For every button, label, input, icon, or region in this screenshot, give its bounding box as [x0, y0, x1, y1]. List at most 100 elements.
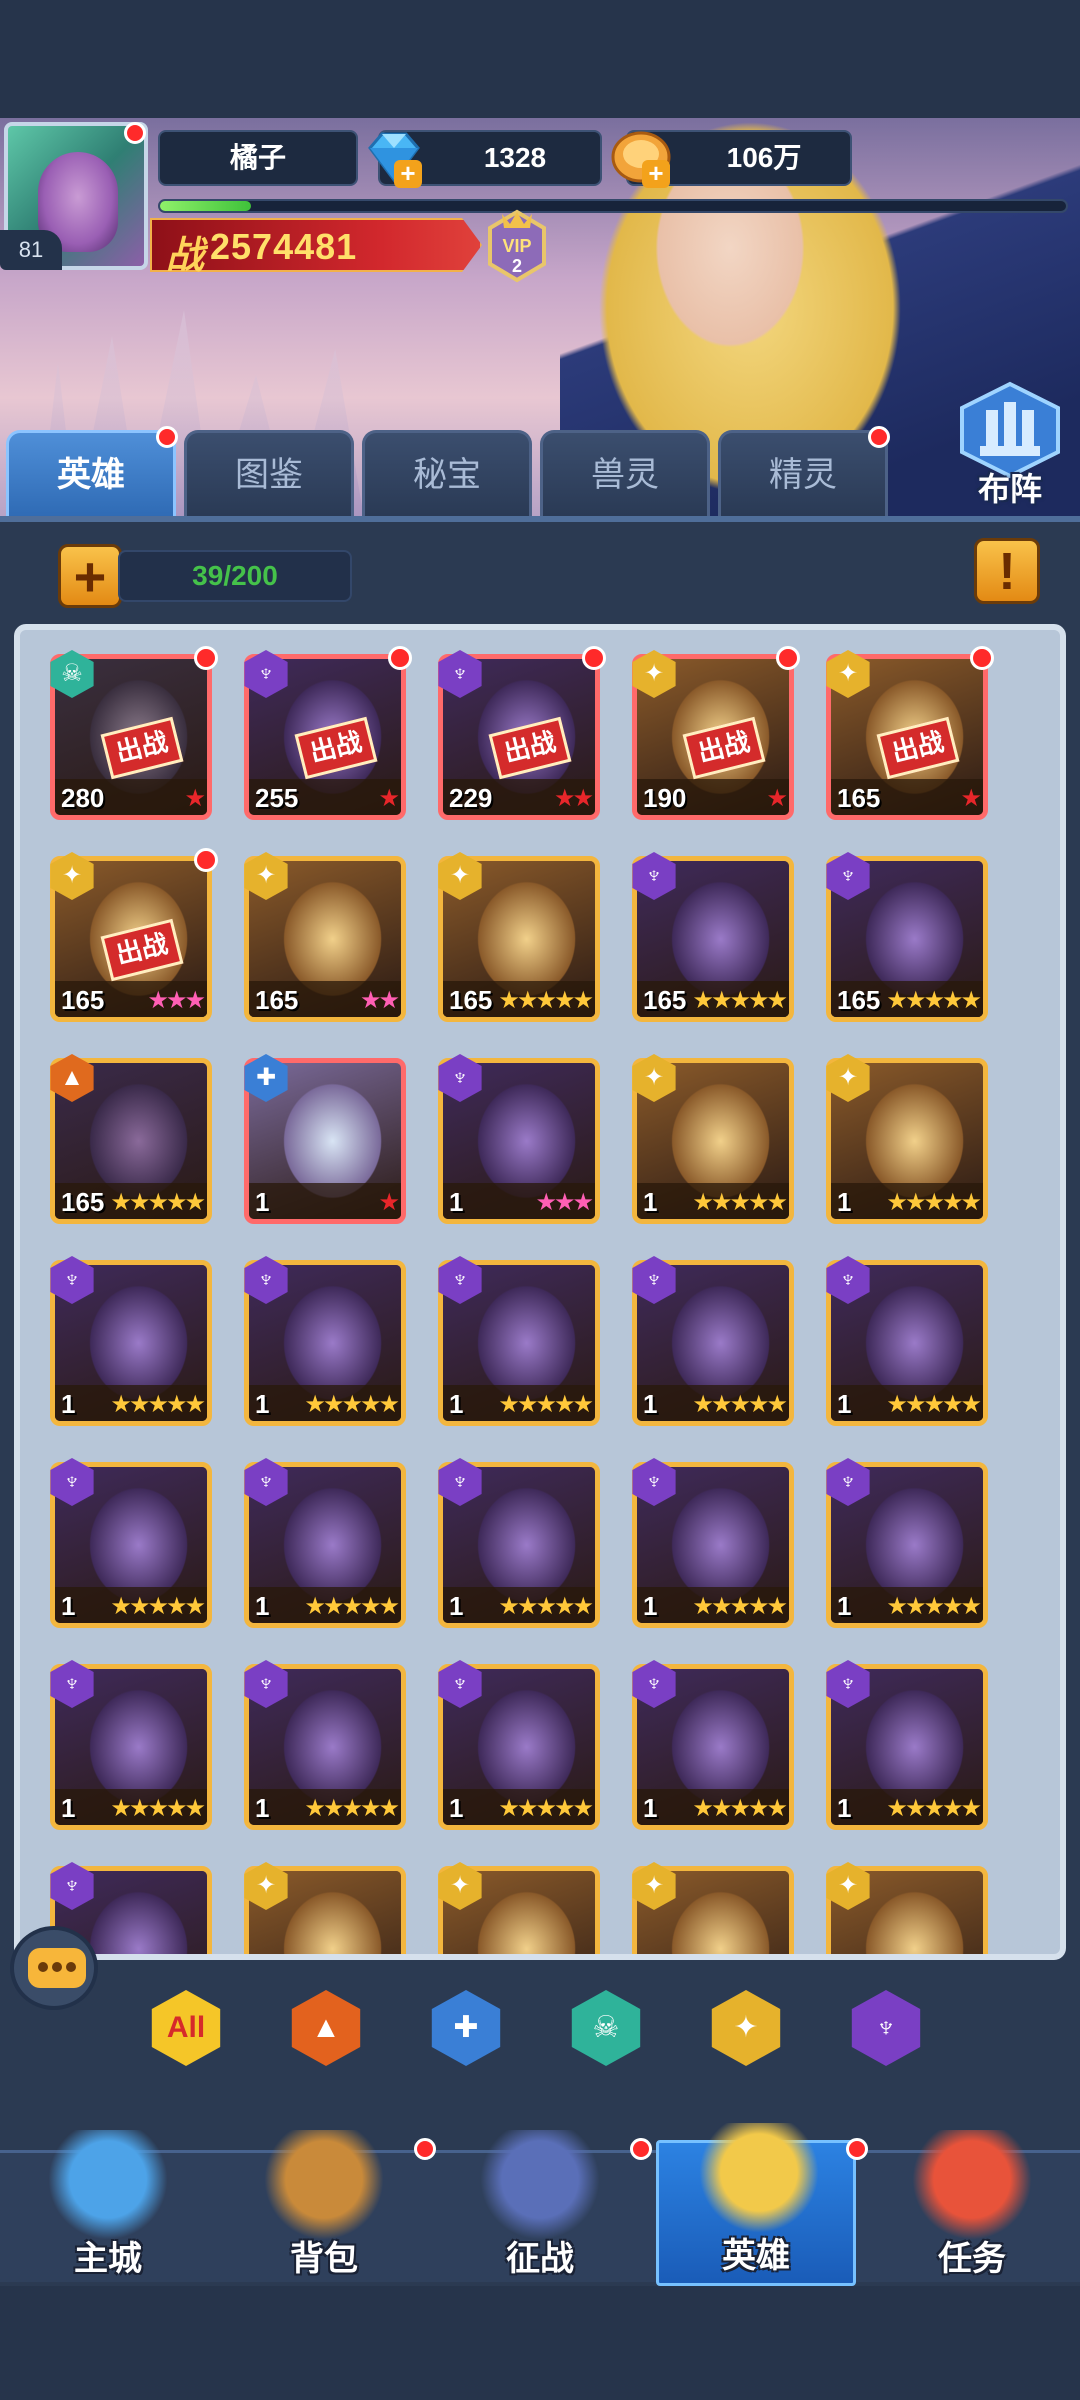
- hero-level: 1: [449, 1591, 464, 1621]
- power-value: 2574481: [210, 226, 358, 267]
- hero-stars: ★★★★★: [498, 987, 594, 1014]
- hero-level: 1: [449, 1389, 464, 1419]
- gold-count: 106万: [726, 142, 802, 173]
- filter-light-icon[interactable]: ✦: [711, 1990, 781, 2066]
- hero-level: 165: [837, 783, 881, 813]
- vip-badge[interactable]: VIP 2: [482, 208, 552, 284]
- vip-text: VIP: [502, 236, 531, 256]
- hero-level: 1: [255, 1591, 270, 1621]
- hero-level: 190: [643, 783, 687, 813]
- hero-count: 39/200: [118, 550, 352, 602]
- hero-notification-dot: [194, 646, 218, 670]
- hero-level: 1: [837, 1187, 852, 1217]
- hero-level: 255: [255, 783, 299, 813]
- hero-level: 1: [255, 1389, 270, 1419]
- nav-label: 任务: [938, 2240, 1006, 2278]
- hero-stars: ★★★★★: [692, 987, 788, 1014]
- avatar-notification-dot: [124, 122, 146, 144]
- add-gems-icon[interactable]: +: [394, 160, 422, 188]
- hero-level: 165: [837, 985, 881, 1015]
- filter-dark-icon[interactable]: ♆: [851, 1990, 921, 2066]
- hero-stars: ★★★★★: [110, 1795, 206, 1822]
- nav-item-4[interactable]: 任务: [872, 2120, 1072, 2286]
- hero-stars: ★★★★★: [498, 1593, 594, 1620]
- nav-item-3[interactable]: 英雄: [656, 2123, 856, 2286]
- hero-stars: ★★★★★: [886, 1593, 982, 1620]
- hero-stars: ★★★★★: [498, 1391, 594, 1418]
- vip-level: 2: [512, 256, 522, 276]
- nav-notification-dot: [846, 2138, 868, 2160]
- experience-fill: [160, 201, 251, 211]
- nav-label: 征战: [506, 2240, 574, 2278]
- hero-notification-dot: [194, 848, 218, 872]
- hero-stars: ★★★: [147, 987, 206, 1014]
- add-gold-icon[interactable]: +: [642, 160, 670, 188]
- expand-roster-button[interactable]: +: [58, 544, 122, 608]
- filter-fire-icon[interactable]: ▲: [291, 1990, 361, 2066]
- nav-icon: [699, 2123, 819, 2233]
- hero-level: 1: [837, 1793, 852, 1823]
- player-name: 橘子: [158, 130, 358, 186]
- tab-notification-dot: [156, 426, 178, 448]
- filter-water-icon[interactable]: ✚: [431, 1990, 501, 2066]
- hero-level: 1: [449, 1187, 464, 1217]
- hero-level: 1: [643, 1591, 658, 1621]
- bottom-strip: [0, 2286, 1080, 2400]
- nav-label: 英雄: [722, 2237, 790, 2275]
- chat-button[interactable]: [10, 1926, 98, 2010]
- player-level: 81: [0, 230, 62, 270]
- hero-level: 1: [255, 1793, 270, 1823]
- hero-level: 165: [449, 985, 493, 1015]
- filter-undead-icon[interactable]: ☠: [571, 1990, 641, 2066]
- tab-3[interactable]: 兽灵: [540, 430, 710, 516]
- tab-2[interactable]: 秘宝: [362, 430, 532, 516]
- hero-stars: ★★: [359, 987, 400, 1014]
- hero-stars: ★★★: [535, 1189, 594, 1216]
- hero-stars: ★★★★★: [498, 1795, 594, 1822]
- hero-stars: ★★★★★: [692, 1593, 788, 1620]
- hero-level: 1: [449, 1793, 464, 1823]
- hero-stars: ★: [378, 1189, 399, 1216]
- hero-stars: ★★★★★: [692, 1189, 788, 1216]
- nav-icon: [912, 2130, 1032, 2240]
- filter-all-icon[interactable]: All: [151, 1990, 221, 2066]
- hero-level: 1: [61, 1591, 76, 1621]
- nav-icon: [48, 2130, 168, 2240]
- nav-icon: [480, 2130, 600, 2240]
- formation-button[interactable]: 布阵: [950, 380, 1070, 510]
- hero-stars: ★★★★★: [304, 1391, 400, 1418]
- hero-stars: ★★★★★: [110, 1189, 206, 1216]
- tab-1[interactable]: 图鉴: [184, 430, 354, 516]
- hero-level: 165: [255, 985, 299, 1015]
- hero-stars: ★★★★★: [886, 1391, 982, 1418]
- info-button[interactable]: !: [974, 538, 1040, 604]
- tab-notification-dot: [868, 426, 890, 448]
- nav-label: 主城: [74, 2240, 142, 2278]
- hero-level: 1: [837, 1591, 852, 1621]
- hero-stars: ★: [766, 785, 787, 812]
- hero-stars: ★: [960, 785, 981, 812]
- nav-item-2[interactable]: 征战: [440, 2120, 640, 2286]
- formation-label: 布阵: [977, 471, 1042, 507]
- nav-notification-dot: [630, 2138, 652, 2160]
- nav-icon: [264, 2130, 384, 2240]
- hero-level: 1: [643, 1793, 658, 1823]
- tab-0[interactable]: 英雄: [6, 430, 176, 516]
- hero-stars: ★★★★★: [110, 1593, 206, 1620]
- hero-stars: ★★★★★: [886, 1189, 982, 1216]
- hero-stars: ★★★★★: [886, 987, 982, 1014]
- nav-label: 背包: [290, 2240, 358, 2278]
- hero-level: 229: [449, 783, 493, 813]
- hero-grid: 280 ★ 出战 ☠ 255 ★ 出战 ♆ 229 ★★ 出战 ♆ 190 ★ 出战 ✦ 165 ★ 出战 ✦ 165 ★…: [14, 624, 1066, 1960]
- hero-stars: ★★★★★: [110, 1391, 206, 1418]
- hero-stars: ★★★★★: [692, 1795, 788, 1822]
- gem-count: 1328: [483, 142, 547, 173]
- hero-stars: ★★★★★: [886, 1795, 982, 1822]
- experience-bar: [158, 199, 1068, 213]
- hero-level: 1: [643, 1187, 658, 1217]
- hero-notification-dot: [388, 646, 412, 670]
- tab-4[interactable]: 精灵: [718, 430, 888, 516]
- nav-item-0[interactable]: 主城: [8, 2120, 208, 2286]
- nav-item-1[interactable]: 背包: [224, 2120, 424, 2286]
- combat-power: 战 2574481: [150, 218, 482, 272]
